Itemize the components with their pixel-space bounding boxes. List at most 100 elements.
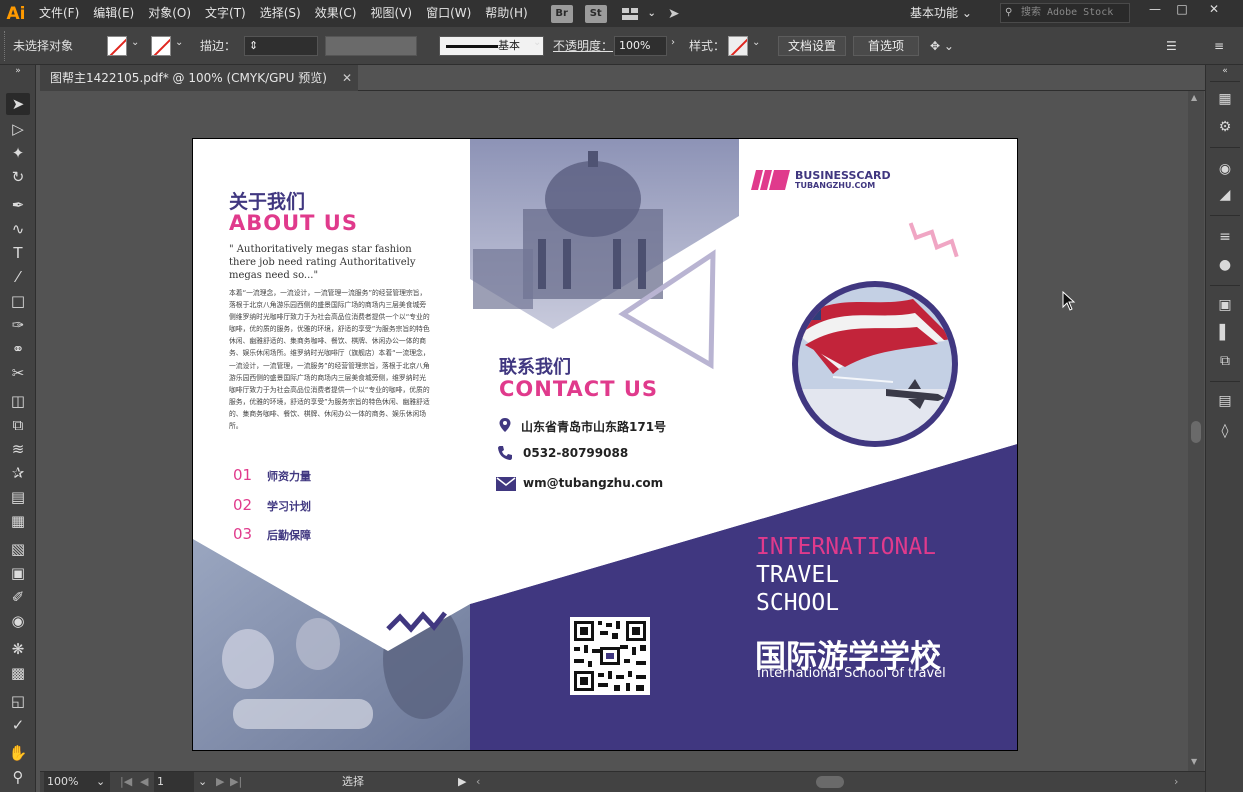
width-tool-icon[interactable]: ≋ bbox=[6, 438, 30, 460]
vertical-scrollbar[interactable]: ▲ ▼ bbox=[1188, 91, 1204, 771]
close-tab-icon[interactable]: ✕ bbox=[342, 65, 352, 91]
opacity-arrow-icon[interactable]: › bbox=[671, 37, 675, 48]
contact-address[interactable]: 山东省青岛市山东路171号 bbox=[521, 418, 666, 435]
column-graph-tool-icon[interactable]: ▩ bbox=[6, 662, 30, 684]
international-text[interactable]: INTERNATIONAL bbox=[756, 534, 936, 560]
list-label-1[interactable]: 师资力量 bbox=[267, 468, 311, 484]
panel-grip[interactable] bbox=[4, 31, 7, 61]
shaper-tool-icon[interactable]: ⚭ bbox=[6, 338, 30, 360]
scissors-tool-icon[interactable]: ✂ bbox=[6, 362, 30, 384]
document-setup-button[interactable]: 文档设置 bbox=[778, 36, 846, 56]
artboard[interactable]: 关于我们 ABOUT US " Authoritatively megas st… bbox=[193, 139, 1017, 750]
perspective-grid-tool-icon[interactable]: ▦ bbox=[6, 510, 30, 532]
school-name-en[interactable]: International School of travel bbox=[757, 666, 946, 681]
properties-panel-icon[interactable]: ▦ bbox=[1214, 89, 1236, 109]
hand-tool-icon[interactable]: ✋ bbox=[6, 742, 30, 764]
opacity-label[interactable]: 不透明度： bbox=[553, 37, 613, 56]
last-artboard-icon[interactable]: ▶| bbox=[230, 772, 242, 792]
style-dropdown-icon[interactable]: ⌄ bbox=[752, 37, 760, 48]
first-artboard-icon[interactable]: |◀ bbox=[120, 772, 132, 792]
status-arrow-icon[interactable]: ▶ bbox=[458, 772, 466, 792]
about-quote[interactable]: " Authoritatively megas star fashion the… bbox=[229, 243, 429, 282]
travel-text[interactable]: TRAVEL bbox=[756, 562, 839, 588]
align-icon[interactable]: ☰ bbox=[1166, 37, 1177, 56]
workspace-switcher[interactable]: 基本功能 ⌄ bbox=[910, 0, 972, 27]
about-body[interactable]: 本着“一流理念，一流设计，一流管理一流服务”的经营管理宗旨，落根于北京八角游乐园… bbox=[229, 287, 431, 432]
artboard-number-field[interactable]: 1 bbox=[154, 772, 194, 792]
brush-definition[interactable]: 基本 bbox=[439, 36, 544, 56]
about-title-cn[interactable]: 关于我们 bbox=[229, 187, 305, 214]
vertical-scroll-thumb[interactable] bbox=[1191, 421, 1201, 443]
list-number-3[interactable]: 03 bbox=[233, 525, 252, 543]
menu-type[interactable]: 文字(T) bbox=[198, 0, 253, 27]
document-tab[interactable]: 图帮主1422105.pdf* @ 100% (CMYK/GPU 预览) ✕ bbox=[40, 65, 358, 91]
collapse-toolbar-icon[interactable]: » bbox=[6, 65, 30, 77]
stroke-swatch[interactable] bbox=[151, 36, 171, 56]
hscroll-right-icon[interactable]: › bbox=[1174, 772, 1178, 792]
contact-email[interactable]: wm@tubangzhu.com bbox=[523, 476, 663, 490]
brush-dropdown-icon[interactable]: ⌄ bbox=[533, 37, 541, 48]
menu-help[interactable]: 帮助(H) bbox=[478, 0, 534, 27]
zoom-tool-icon[interactable]: ⚲ bbox=[6, 766, 30, 788]
stroke-weight-field[interactable]: ⇕ bbox=[244, 36, 318, 56]
pathfinder-panel-icon[interactable]: ⧉ bbox=[1214, 351, 1236, 371]
paintbrush-tool-icon[interactable]: ✑ bbox=[6, 314, 30, 336]
scroll-down-icon[interactable]: ▼ bbox=[1191, 757, 1197, 766]
symbol-sprayer-tool-icon[interactable]: ❋ bbox=[6, 638, 30, 660]
list-number-1[interactable]: 01 bbox=[233, 466, 252, 484]
menu-file[interactable]: 文件(F) bbox=[32, 0, 86, 27]
type-tool-icon[interactable]: T bbox=[6, 242, 30, 264]
free-transform-tool-icon[interactable]: ▤ bbox=[6, 486, 30, 508]
preferences-button[interactable]: 首选项 bbox=[853, 36, 919, 56]
blend-tool-icon[interactable]: ◉ bbox=[6, 610, 30, 632]
opacity-field[interactable]: 100% bbox=[614, 36, 667, 56]
hscroll-left-icon[interactable]: ‹ bbox=[476, 772, 480, 792]
menu-window[interactable]: 窗口(W) bbox=[419, 0, 478, 27]
maximize-button[interactable]: □ bbox=[1168, 0, 1196, 20]
zoom-dropdown-icon[interactable]: ⌄ bbox=[96, 772, 105, 792]
minimize-button[interactable]: — bbox=[1141, 0, 1169, 20]
direct-selection-tool-icon[interactable]: ▷ bbox=[6, 118, 30, 140]
menu-effect[interactable]: 效果(C) bbox=[308, 0, 364, 27]
lasso-tool-icon[interactable]: ↻ bbox=[6, 166, 30, 188]
variable-width-profile[interactable] bbox=[325, 36, 417, 56]
next-artboard-icon[interactable]: ▶ bbox=[216, 772, 224, 792]
expand-panels-icon[interactable]: « bbox=[1214, 65, 1236, 77]
color-guide-icon[interactable]: ◢ bbox=[1214, 185, 1236, 205]
graphic-style-swatch[interactable] bbox=[728, 36, 748, 56]
gradient-tool-icon[interactable]: ▣ bbox=[6, 562, 30, 584]
horizontal-scroll-thumb[interactable] bbox=[816, 776, 844, 788]
menu-edit[interactable]: 编辑(E) bbox=[86, 0, 141, 27]
color-panel-icon[interactable]: ◉ bbox=[1214, 159, 1236, 179]
curvature-tool-icon[interactable]: ∿ bbox=[6, 218, 30, 240]
gpu-rocket-icon[interactable]: ➤ bbox=[663, 5, 685, 23]
eyedropper-tool-icon[interactable]: ✐ bbox=[6, 586, 30, 608]
list-label-3[interactable]: 后勤保障 bbox=[267, 527, 311, 543]
school-text[interactable]: SCHOOL bbox=[756, 590, 839, 616]
stroke-dropdown-icon[interactable]: ⌄ bbox=[175, 37, 183, 48]
libraries-panel-icon[interactable]: ⚙ bbox=[1214, 117, 1236, 137]
brand-url[interactable]: TUBANGZHU.COM bbox=[795, 181, 875, 190]
panel-menu-icon[interactable]: ≡ bbox=[1214, 37, 1224, 56]
artboard-tool-icon[interactable]: ◱ bbox=[6, 690, 30, 712]
stroke-panel-icon[interactable]: ≡ bbox=[1214, 227, 1236, 247]
fill-dropdown-icon[interactable]: ⌄ bbox=[131, 37, 139, 48]
scale-tool-icon[interactable]: ⧉ bbox=[6, 414, 30, 436]
slice-tool-icon[interactable]: ✓ bbox=[6, 714, 30, 736]
list-label-2[interactable]: 学习计划 bbox=[267, 498, 311, 514]
scroll-up-icon[interactable]: ▲ bbox=[1191, 93, 1197, 102]
transform-icon[interactable]: ✥ ⌄ bbox=[930, 37, 954, 56]
stock-search-input[interactable]: ⚲ 搜索 Adobe Stock bbox=[1000, 3, 1130, 23]
list-number-2[interactable]: 02 bbox=[233, 496, 252, 514]
menu-object[interactable]: 对象(O) bbox=[141, 0, 198, 27]
transform-panel-icon[interactable]: ▣ bbox=[1214, 295, 1236, 315]
menu-select[interactable]: 选择(S) bbox=[253, 0, 308, 27]
fill-swatch[interactable] bbox=[107, 36, 127, 56]
mesh-tool-icon[interactable]: ▧ bbox=[6, 538, 30, 560]
chevron-down-icon[interactable]: ⌄ bbox=[647, 5, 657, 23]
about-title-en[interactable]: ABOUT US bbox=[229, 211, 358, 235]
close-window-button[interactable]: ✕ bbox=[1200, 0, 1228, 20]
stock-icon[interactable]: St bbox=[584, 4, 607, 23]
align-panel-icon[interactable]: ▌ bbox=[1214, 323, 1236, 343]
line-tool-icon[interactable]: ⁄ bbox=[6, 266, 30, 288]
